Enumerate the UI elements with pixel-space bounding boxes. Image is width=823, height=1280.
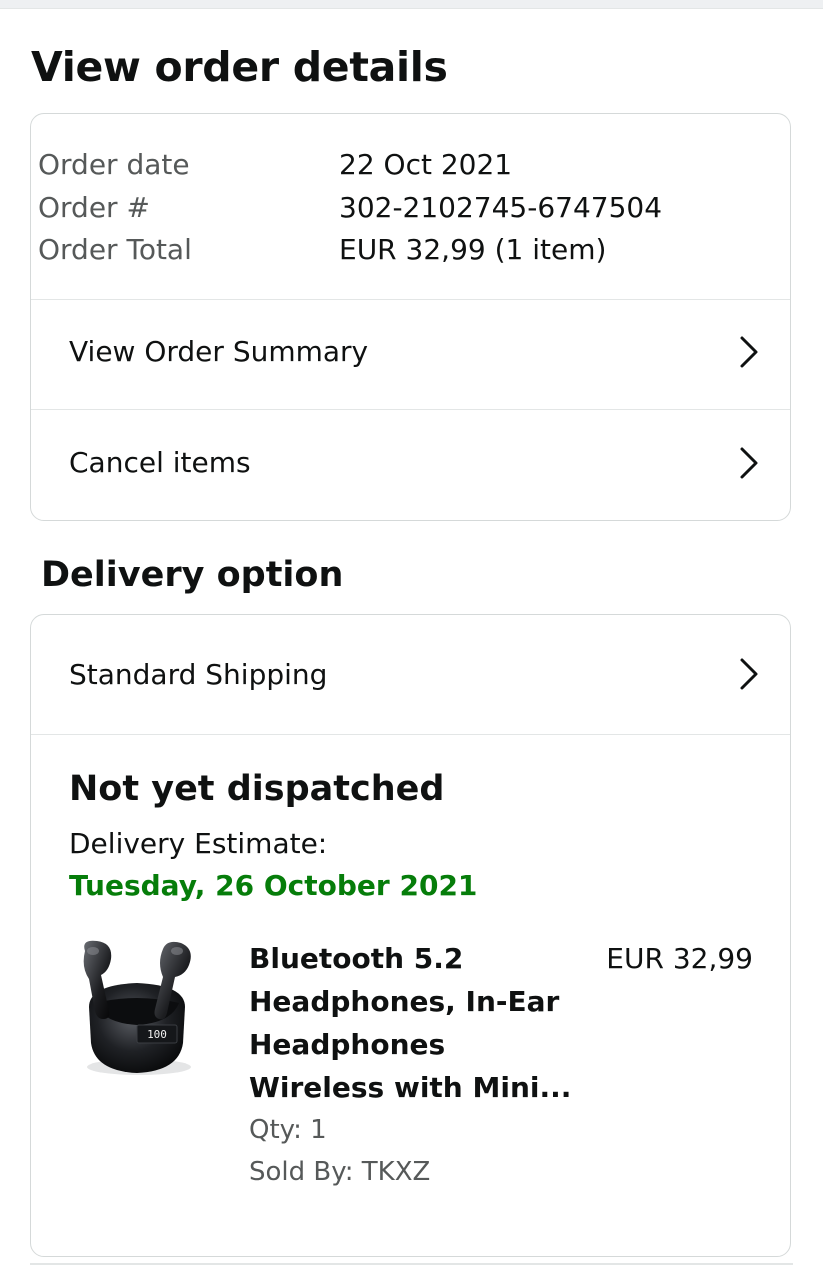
cancel-items-row[interactable]: Cancel items — [31, 410, 790, 520]
top-strip — [0, 0, 823, 9]
chevron-right-icon — [740, 658, 758, 690]
delivery-estimate-label: Delivery Estimate: — [69, 827, 328, 860]
product-quantity: Qty: 1 — [249, 1115, 327, 1145]
view-order-summary-label: View Order Summary — [69, 335, 369, 368]
product-title-link[interactable]: Bluetooth 5.2 Headphones, In-Ear Headpho… — [249, 937, 589, 1109]
chevron-right-icon — [740, 336, 758, 368]
chevron-right-icon — [740, 447, 758, 479]
delivery-estimate-date: Tuesday, 26 October 2021 — [69, 869, 478, 902]
delivery-card: Standard Shipping Not yet dispatched Del… — [30, 614, 791, 1257]
product-seller: Sold By: TKXZ — [249, 1157, 431, 1187]
page-title: View order details — [31, 43, 448, 91]
order-nav-container: View Order Summary Cancel items — [30, 113, 791, 521]
case-battery-display: 100 — [147, 1028, 167, 1041]
cancel-items-label: Cancel items — [69, 446, 251, 479]
view-order-summary-row[interactable]: View Order Summary — [31, 300, 790, 410]
shipping-method-label: Standard Shipping — [69, 658, 328, 691]
delivery-option-heading: Delivery option — [41, 555, 344, 595]
product-image[interactable]: 100 — [71, 937, 201, 1082]
product-price: EUR 32,99 — [606, 942, 753, 975]
bottom-divider — [30, 1263, 793, 1265]
standard-shipping-row[interactable]: Standard Shipping — [31, 615, 790, 735]
dispatch-status: Not yet dispatched — [69, 769, 445, 809]
